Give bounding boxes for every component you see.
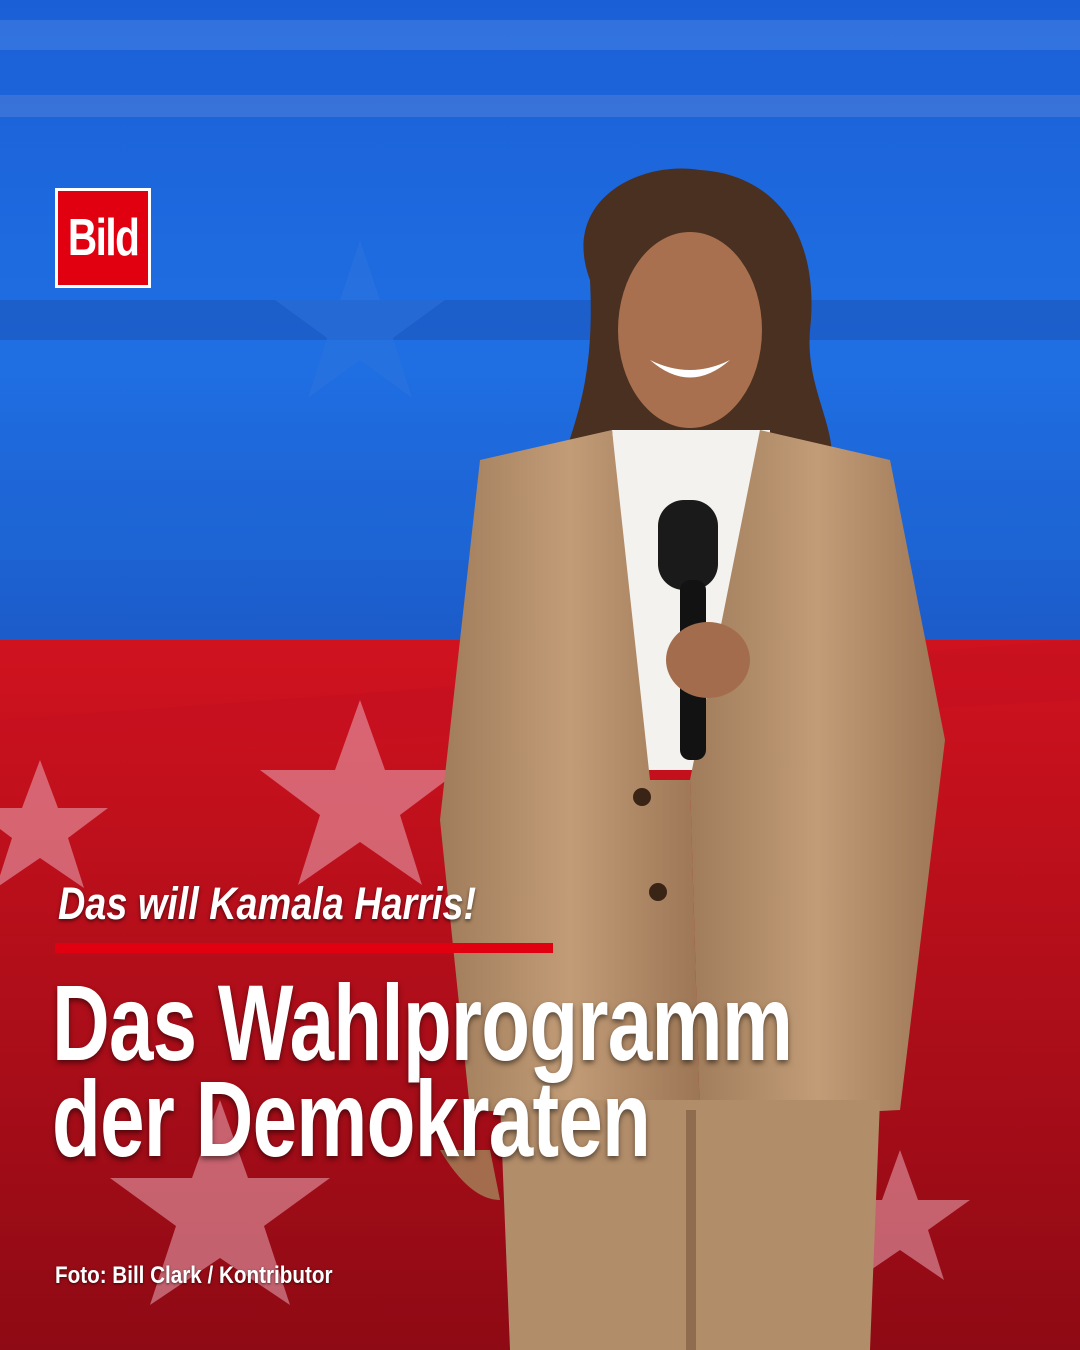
headline: Das Wahlprogramm der Demokraten bbox=[52, 962, 866, 1179]
bild-logo-text: Bild bbox=[67, 209, 140, 267]
kicker-text: Das will Kamala Harris! bbox=[58, 878, 477, 929]
red-divider bbox=[55, 943, 553, 953]
headline-line-2: der Demokraten bbox=[52, 1058, 651, 1179]
photo-credit: Foto: Bill Clark / Kontributor bbox=[55, 1262, 333, 1289]
bild-logo: Bild bbox=[55, 188, 151, 288]
headline-line-1: Das Wahlprogramm bbox=[52, 962, 793, 1083]
